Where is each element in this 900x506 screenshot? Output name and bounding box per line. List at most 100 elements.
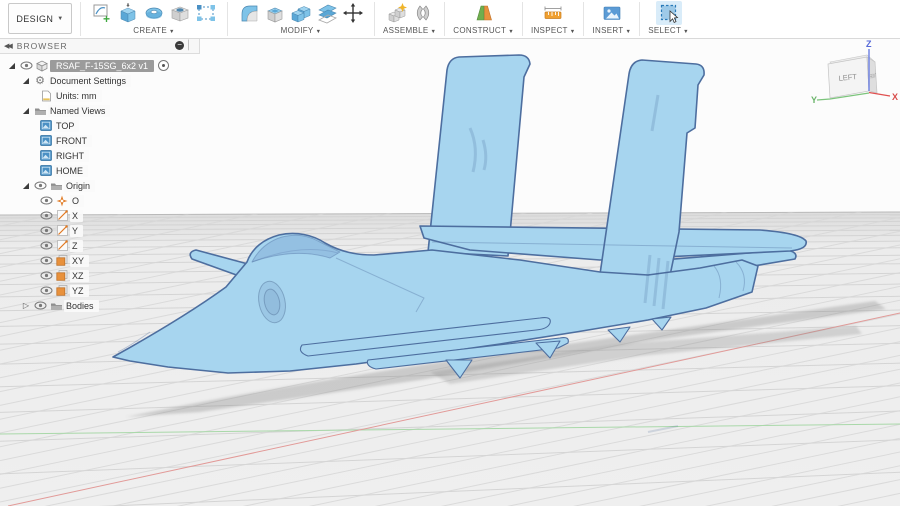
tree-item-label[interactable]: Bodies xyxy=(64,299,99,312)
measure-button[interactable] xyxy=(540,1,566,25)
shell-icon xyxy=(267,7,283,23)
activate-component-radio[interactable] xyxy=(158,60,170,71)
tree-item-y[interactable]: Y xyxy=(0,223,200,238)
combine-icon xyxy=(291,6,311,23)
browser-tree: ◢ RSAF_F-15SG_6x2 v1 ◢ ⚙ Document Settings Un… xyxy=(0,54,200,313)
rectangular-pattern-icon xyxy=(197,5,215,21)
tree-item-label[interactable]: Z xyxy=(70,239,83,252)
insert-image-button[interactable] xyxy=(599,1,625,25)
expand-triangle-icon[interactable]: ◢ xyxy=(20,76,32,85)
axis-icon xyxy=(54,240,70,251)
tree-item-front[interactable]: FRONT xyxy=(0,133,200,148)
tree-item-label[interactable]: RSAF_F-15SG_6x2 v1 xyxy=(50,59,155,72)
collapse-panel-icon[interactable]: ◀◀ xyxy=(4,42,13,50)
viewcube[interactable]: LEFT FRONT Z X Y xyxy=(810,38,900,128)
create-group-label[interactable]: CREATE xyxy=(133,26,167,35)
origin-point-icon xyxy=(54,195,70,207)
revolve-button[interactable] xyxy=(141,1,167,25)
panel-grip-icon[interactable]: ▏ xyxy=(188,40,195,51)
tree-item-label[interactable]: XY xyxy=(70,254,90,267)
rectangular-pattern-button[interactable] xyxy=(193,1,219,25)
insert-group-label[interactable]: INSERT xyxy=(592,26,623,35)
eye-visibility-icon[interactable] xyxy=(38,286,54,295)
expand-triangle-icon[interactable]: ◢ xyxy=(20,106,32,115)
hole-icon xyxy=(171,6,189,22)
toolbar-group-modify: MODIFY ▼ xyxy=(230,0,372,38)
tree-item-label[interactable]: Origin xyxy=(64,179,96,192)
collapsed-triangle-icon[interactable]: ▷ xyxy=(20,301,32,310)
document-icon xyxy=(38,90,54,102)
assemble-group-label[interactable]: ASSEMBLE xyxy=(383,26,429,35)
tree-item-o[interactable]: O xyxy=(0,193,200,208)
eye-visibility-icon[interactable] xyxy=(18,61,34,70)
tree-item-label[interactable]: X xyxy=(70,209,84,222)
combine-button[interactable] xyxy=(288,1,314,25)
tree-item-label[interactable]: FRONT xyxy=(54,134,92,147)
joint-button[interactable] xyxy=(410,1,436,25)
toolbar-group-create: + CREATE ▼ xyxy=(83,0,225,38)
modify-group-label[interactable]: MODIFY xyxy=(281,26,314,35)
tree-item-origin[interactable]: ◢ Origin xyxy=(0,178,200,193)
eye-visibility-icon[interactable] xyxy=(38,211,54,220)
eye-visibility-icon[interactable] xyxy=(38,256,54,265)
move-button[interactable] xyxy=(340,1,366,25)
minimize-panel-icon[interactable]: − xyxy=(175,41,185,50)
offset-face-button[interactable] xyxy=(314,1,340,25)
tree-item-label[interactable]: Named Views xyxy=(48,104,111,117)
toolbar-separator xyxy=(521,2,523,36)
tree-item-rsaf-f-15sg-6x2-v1[interactable]: ◢ RSAF_F-15SG_6x2 v1 xyxy=(0,58,200,73)
offset-face-icon xyxy=(318,4,337,24)
hole-button[interactable] xyxy=(167,1,193,25)
extrude-button[interactable] xyxy=(115,1,141,25)
select-icon xyxy=(660,4,678,24)
tree-item-label[interactable]: YZ xyxy=(70,284,89,297)
eye-visibility-icon[interactable] xyxy=(38,196,54,205)
select-group-label[interactable]: SELECT xyxy=(648,26,681,35)
tree-item-xy[interactable]: XY xyxy=(0,253,200,268)
new-component-button[interactable] xyxy=(384,1,410,25)
tree-item-document-settings[interactable]: ◢ ⚙ Document Settings xyxy=(0,73,200,88)
viewcube-x-label: X xyxy=(892,92,898,102)
inspect-group-label[interactable]: INSPECT xyxy=(531,26,568,35)
viewcube-x-axis xyxy=(868,91,891,97)
expand-triangle-icon[interactable]: ◢ xyxy=(20,181,32,190)
fillet-icon xyxy=(241,5,258,22)
select-button[interactable] xyxy=(655,1,682,25)
eye-visibility-icon[interactable] xyxy=(38,271,54,280)
design-menu-button[interactable]: DESIGN ▼ xyxy=(8,3,72,34)
tree-item-right[interactable]: RIGHT xyxy=(0,148,200,163)
eye-visibility-icon[interactable] xyxy=(38,241,54,250)
tree-item-label[interactable]: XZ xyxy=(70,269,89,282)
axis-icon xyxy=(54,210,70,221)
eye-visibility-icon[interactable] xyxy=(32,301,48,310)
tree-item-label[interactable]: Y xyxy=(70,224,84,237)
tree-item-named-views[interactable]: ◢ Named Views xyxy=(0,103,200,118)
tree-item-xz[interactable]: XZ xyxy=(0,268,200,283)
tree-item-z[interactable]: Z xyxy=(0,238,200,253)
tree-item-x[interactable]: X xyxy=(0,208,200,223)
tree-item-label[interactable]: RIGHT xyxy=(54,149,89,162)
create-sketch-button[interactable]: + xyxy=(89,1,115,25)
tree-item-home[interactable]: HOME xyxy=(0,163,200,178)
plane-icon xyxy=(54,285,70,296)
tree-item-yz[interactable]: YZ xyxy=(0,283,200,298)
construct-group-label[interactable]: CONSTRUCT xyxy=(453,26,506,35)
tree-item-bodies[interactable]: ▷ Bodies xyxy=(0,298,200,313)
browser-header: ◀◀ BROWSER − ▏ xyxy=(0,38,200,54)
eye-visibility-icon[interactable] xyxy=(38,226,54,235)
construction-plane-button[interactable] xyxy=(471,1,497,25)
top-toolbar: DESIGN ▼ + CREATE ▼ MODIFY ▼ ASSEMBLE ▼ … xyxy=(0,0,900,39)
tree-item-label[interactable]: O xyxy=(70,194,85,207)
tree-item-units-mm[interactable]: Units: mm xyxy=(0,88,200,103)
tree-item-label[interactable]: TOP xyxy=(54,119,80,132)
tree-item-label[interactable]: Document Settings xyxy=(48,74,132,87)
named-view-icon xyxy=(38,135,54,146)
tree-item-label[interactable]: Units: mm xyxy=(54,89,102,102)
eye-visibility-icon[interactable] xyxy=(32,181,48,190)
expand-triangle-icon[interactable]: ◢ xyxy=(6,61,18,70)
shell-button[interactable] xyxy=(262,1,288,25)
tree-item-top[interactable]: TOP xyxy=(0,118,200,133)
tree-item-label[interactable]: HOME xyxy=(54,164,88,177)
fillet-button[interactable] xyxy=(236,1,262,25)
caret-down-icon: ▼ xyxy=(57,15,64,22)
